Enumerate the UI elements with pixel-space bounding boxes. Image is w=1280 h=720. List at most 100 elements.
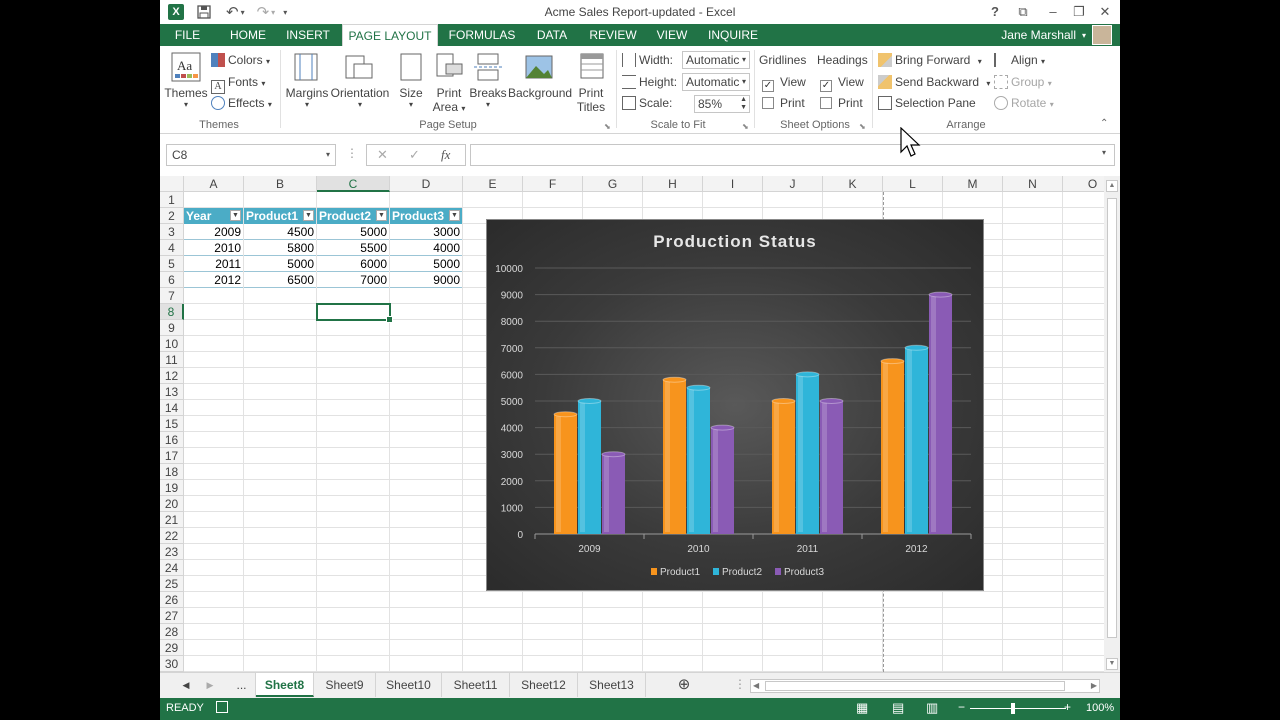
fonts-button[interactable]: A Fonts ▾	[211, 75, 265, 94]
sheet-tab-more[interactable]: ...	[228, 673, 256, 697]
restore-icon[interactable]: ❐	[1066, 2, 1092, 22]
name-box[interactable]: C8 ▾	[166, 144, 336, 166]
column-header-j[interactable]: J	[763, 176, 823, 192]
column-header-o[interactable]: O	[1063, 176, 1104, 192]
column-header-c[interactable]: C	[317, 176, 390, 192]
table-cell[interactable]: 2011	[184, 256, 243, 272]
column-header-m[interactable]: M	[943, 176, 1003, 192]
row-header-13[interactable]: 13	[160, 384, 184, 400]
column-header-n[interactable]: N	[1003, 176, 1063, 192]
table-header-cell[interactable]: Year ▼	[184, 208, 243, 224]
row-header-20[interactable]: 20	[160, 496, 184, 512]
tabs-splitter-icon[interactable]: ⋮	[734, 677, 746, 691]
normal-view-icon[interactable]: ▦	[856, 700, 868, 716]
scale-spinner[interactable]: 85% ▲ ▼	[694, 95, 750, 113]
sheet-tab-sheet12[interactable]: Sheet12	[510, 673, 578, 697]
row-header-27[interactable]: 27	[160, 608, 184, 624]
tab-view[interactable]: VIEW	[648, 24, 696, 46]
row-header-8[interactable]: 8	[160, 304, 184, 320]
row-header-5[interactable]: 5	[160, 256, 184, 272]
new-sheet-icon[interactable]: ⊕	[672, 673, 696, 697]
table-cell[interactable]: 4000	[390, 240, 462, 256]
row-header-11[interactable]: 11	[160, 352, 184, 368]
minimize-icon[interactable]: –	[1040, 2, 1066, 22]
cancel-icon[interactable]: ✕	[377, 147, 388, 163]
prev-sheet-icon[interactable]: ◀	[174, 673, 198, 697]
worksheet-grid[interactable]: ABCDEFGHIJKLMNO 1 2 3 4 5 6 7 8 9 10 11 12 13 14 15 16 1…	[160, 176, 1104, 672]
sheet-tab-sheet13[interactable]: Sheet13	[578, 673, 646, 697]
ribbon-display-options-icon[interactable]: ⧉	[1010, 2, 1036, 22]
select-all-corner[interactable]	[160, 176, 184, 192]
row-header-26[interactable]: 26	[160, 592, 184, 608]
row-header-14[interactable]: 14	[160, 400, 184, 416]
row-header-18[interactable]: 18	[160, 464, 184, 480]
colors-button[interactable]: Colors ▾	[211, 53, 270, 67]
active-cell-c8[interactable]	[316, 303, 393, 323]
page-layout-view-icon[interactable]: ▤	[892, 700, 904, 716]
table-header-cell[interactable]: Product3 ▼	[390, 208, 462, 224]
table-cell[interactable]: 5000	[390, 256, 462, 272]
tab-review[interactable]: REVIEW	[584, 24, 642, 46]
table-cell[interactable]: 5000	[244, 256, 316, 272]
headings-view-checkbox[interactable]: ✓ View	[820, 75, 864, 92]
tab-home[interactable]: HOME	[220, 24, 276, 46]
tab-data[interactable]: DATA	[526, 24, 578, 46]
row-header-21[interactable]: 21	[160, 512, 184, 528]
table-cell[interactable]: 4500	[244, 224, 316, 240]
sheet-tab-sheet10[interactable]: Sheet10	[376, 673, 442, 697]
table-cell[interactable]: 6500	[244, 272, 316, 288]
filter-dropdown-icon[interactable]: ▼	[303, 210, 314, 221]
column-header-g[interactable]: G	[583, 176, 643, 192]
row-header-10[interactable]: 10	[160, 336, 184, 352]
collapse-ribbon-icon[interactable]: ⌃	[1100, 118, 1108, 129]
row-header-4[interactable]: 4	[160, 240, 184, 256]
scroll-up-icon[interactable]: ▲	[1106, 180, 1118, 192]
row-header-9[interactable]: 9	[160, 320, 184, 336]
tab-file[interactable]: FILE	[160, 24, 215, 46]
row-header-24[interactable]: 24	[160, 560, 184, 576]
zoom-out-icon[interactable]: −	[958, 700, 965, 714]
bring-forward-button[interactable]: Bring Forward ▾	[878, 53, 982, 67]
table-cell[interactable]: 6000	[317, 256, 389, 272]
horizontal-scrollbar[interactable]: ◀ ▶	[750, 679, 1100, 693]
scroll-down-icon[interactable]: ▼	[1106, 658, 1118, 670]
headings-print-checkbox[interactable]: Print	[820, 96, 863, 110]
column-header-d[interactable]: D	[390, 176, 463, 192]
row-header-7[interactable]: 7	[160, 288, 184, 304]
table-header-cell[interactable]: Product2 ▼	[317, 208, 389, 224]
horizontal-scroll-thumb[interactable]	[765, 681, 1065, 691]
send-backward-button[interactable]: Send Backward ▾	[878, 75, 990, 89]
filter-dropdown-icon[interactable]: ▼	[376, 210, 387, 221]
row-header-19[interactable]: 19	[160, 480, 184, 496]
page-break-preview-icon[interactable]: ▥	[926, 700, 938, 716]
scale-to-fit-launcher-icon[interactable]: ⬊	[742, 122, 749, 131]
column-header-h[interactable]: H	[643, 176, 703, 192]
width-select[interactable]: Automatic ▾	[682, 51, 750, 69]
table-cell[interactable]: 7000	[317, 272, 389, 288]
row-header-17[interactable]: 17	[160, 448, 184, 464]
row-header-30[interactable]: 30	[160, 656, 184, 672]
row-header-6[interactable]: 6	[160, 272, 184, 288]
zoom-in-icon[interactable]: +	[1064, 700, 1071, 714]
row-header-1[interactable]: 1	[160, 192, 184, 208]
row-header-29[interactable]: 29	[160, 640, 184, 656]
production-status-chart[interactable]: Production Status 0 1000 2000 3000 4000 5000 6…	[486, 219, 984, 591]
page-setup-launcher-icon[interactable]: ⬊	[604, 122, 611, 131]
filter-dropdown-icon[interactable]: ▼	[449, 210, 460, 221]
table-cell[interactable]: 5800	[244, 240, 316, 256]
column-header-i[interactable]: I	[703, 176, 763, 192]
tab-page-layout[interactable]: PAGE LAYOUT	[342, 24, 438, 46]
tab-inquire[interactable]: INQUIRE	[702, 24, 764, 46]
row-header-22[interactable]: 22	[160, 528, 184, 544]
table-cell[interactable]: 2009	[184, 224, 243, 240]
scroll-right-icon[interactable]: ▶	[1091, 680, 1097, 692]
column-header-l[interactable]: L	[883, 176, 943, 192]
scroll-thumb[interactable]	[1107, 198, 1117, 638]
row-header-25[interactable]: 25	[160, 576, 184, 592]
sheet-tab-sheet8[interactable]: Sheet8	[256, 673, 314, 697]
macro-record-icon[interactable]	[216, 701, 228, 713]
zoom-level[interactable]: 100%	[1086, 702, 1114, 714]
table-cell[interactable]: 2012	[184, 272, 243, 288]
table-cell[interactable]: 9000	[390, 272, 462, 288]
column-header-a[interactable]: A	[184, 176, 244, 192]
